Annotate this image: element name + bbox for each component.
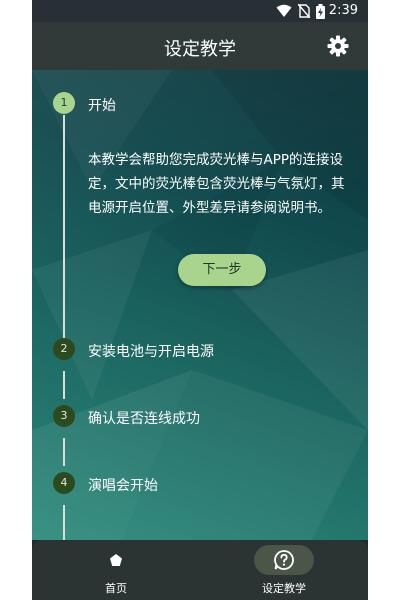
step-rail-3 — [63, 438, 65, 466]
step-rail-2 — [63, 371, 65, 399]
bottom-navigation: 首页 设定教学 — [32, 540, 368, 600]
step-label-2[interactable]: 安装电池与开启电源 — [88, 341, 214, 361]
step-rail-1 — [63, 115, 65, 345]
step-number-3: 3 — [53, 405, 75, 427]
battery-charging-icon — [316, 4, 325, 19]
step-label-1[interactable]: 开始 — [88, 95, 116, 115]
step-number-2: 2 — [53, 338, 75, 360]
step-label-4[interactable]: 演唱会开始 — [88, 475, 158, 495]
no-sim-icon — [298, 4, 310, 18]
help-circle-icon — [274, 550, 294, 570]
status-bar: 2:39 — [32, 0, 368, 22]
status-time: 2:39 — [328, 3, 358, 18]
nav-home[interactable]: 首页 — [32, 540, 200, 600]
step-number-1: 1 — [53, 92, 75, 114]
polygon-background — [32, 70, 368, 540]
phone-screen: 2:39 设定教学 1 开始 本教学会帮助您完成荧光棒与APP的连接设定，文中的… — [32, 0, 368, 600]
gear-icon[interactable] — [326, 34, 350, 58]
next-step-button[interactable]: 下一步 — [178, 254, 266, 286]
step-label-3[interactable]: 确认是否连线成功 — [88, 408, 200, 428]
nav-tutorial-label: 设定教学 — [262, 582, 306, 595]
step-description: 本教学会帮助您完成荧光棒与APP的连接设定，文中的荧光棒包含荧光棒与气氛灯，其电… — [88, 152, 345, 216]
app-bar: 设定教学 — [32, 22, 368, 70]
nav-tutorial[interactable]: 设定教学 — [200, 540, 368, 600]
nav-home-label: 首页 — [105, 582, 127, 595]
home-pentagon-icon — [110, 554, 122, 566]
tutorial-content: 1 开始 本教学会帮助您完成荧光棒与APP的连接设定，文中的荧光棒包含荧光棒与气… — [32, 70, 368, 540]
step-rail-4 — [63, 505, 65, 540]
step-number-4: 4 — [53, 472, 75, 494]
wifi-icon — [276, 4, 292, 17]
page-title: 设定教学 — [164, 39, 236, 60]
